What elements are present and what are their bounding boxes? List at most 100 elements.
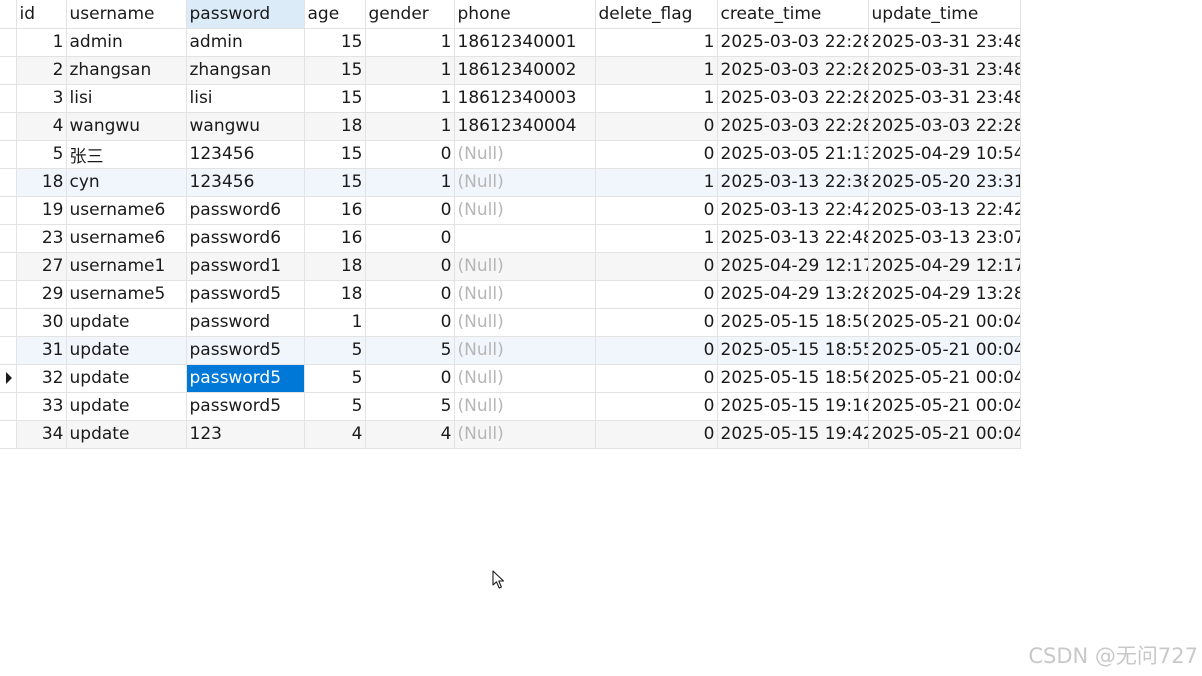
cell-phone[interactable]: (Null) [454, 392, 596, 421]
cell-age[interactable]: 18 [304, 280, 366, 309]
cell-gender[interactable]: 5 [365, 336, 455, 365]
cell-phone[interactable]: 18612340001 [454, 28, 596, 57]
cell-gender[interactable]: 1 [365, 84, 455, 113]
cell-phone[interactable]: (Null) [454, 252, 596, 281]
cell-gender[interactable]: 0 [365, 196, 455, 225]
column-header-create-time[interactable]: create_time [717, 0, 869, 29]
cell-id[interactable]: 4 [16, 112, 67, 141]
cell-phone[interactable]: 18612340004 [454, 112, 596, 141]
cell-delete-flag[interactable]: 1 [595, 168, 718, 197]
cell-create-time[interactable]: 2025-03-13 22:48: [717, 224, 869, 253]
column-header-username[interactable]: username [66, 0, 187, 29]
cell-age[interactable]: 15 [304, 140, 366, 169]
cell-update-time[interactable]: 2025-03-13 22:42: [868, 196, 1021, 225]
cell-username[interactable]: username1 [66, 252, 187, 281]
cell-password[interactable]: password [186, 308, 305, 337]
column-header-update-time[interactable]: update_time [868, 0, 1021, 29]
cell-id[interactable]: 23 [16, 224, 67, 253]
cell-id[interactable]: 29 [16, 280, 67, 309]
cell-password[interactable]: password5 [186, 280, 305, 309]
table-row[interactable]: 4 wangwu wangwu 18 1 18612340004 0 2025-03-03 2… [0, 112, 1021, 141]
cell-age[interactable]: 4 [304, 420, 366, 449]
row-indicator[interactable] [0, 196, 17, 225]
cell-create-time[interactable]: 2025-03-05 21:13: [717, 140, 869, 169]
cell-age[interactable]: 15 [304, 168, 366, 197]
cell-password[interactable]: wangwu [186, 112, 305, 141]
cell-create-time[interactable]: 2025-03-03 22:28: [717, 56, 869, 85]
cell-id[interactable]: 3 [16, 84, 67, 113]
cell-password[interactable]: 123 [186, 420, 305, 449]
table-row[interactable]: 5 张三 123456 15 0 (Null) 0 2025-03-05 21:13: 2025… [0, 140, 1021, 169]
cell-password[interactable]: 123456 [186, 168, 305, 197]
cell-id[interactable]: 33 [16, 392, 67, 421]
cell-gender[interactable]: 1 [365, 112, 455, 141]
row-indicator[interactable] [0, 364, 17, 393]
cell-update-time[interactable]: 2025-05-21 00:04: [868, 308, 1021, 337]
cell-username[interactable]: update [66, 420, 187, 449]
table-row[interactable]: 27 username1 password1 18 0 (Null) 0 2025-04-29… [0, 252, 1021, 281]
row-indicator[interactable] [0, 140, 17, 169]
cell-gender[interactable]: 4 [365, 420, 455, 449]
table-row[interactable]: 1 admin admin 15 1 18612340001 1 2025-03-03 22:… [0, 28, 1021, 57]
cell-phone[interactable]: (Null) [454, 308, 596, 337]
table-row[interactable]: 34 update 123 4 4 (Null) 0 2025-05-15 19:42: 202… [0, 420, 1021, 449]
row-indicator[interactable] [0, 84, 17, 113]
table-row[interactable]: 18 cyn 123456 15 1 (Null) 1 2025-03-13 22:38: 20… [0, 168, 1021, 197]
cell-username[interactable]: zhangsan [66, 56, 187, 85]
cell-age[interactable]: 1 [304, 308, 366, 337]
cell-delete-flag[interactable]: 0 [595, 364, 718, 393]
cell-create-time[interactable]: 2025-03-13 22:38: [717, 168, 869, 197]
cell-create-time[interactable]: 2025-04-29 13:28: [717, 280, 869, 309]
cell-update-time[interactable]: 2025-04-29 10:54: [868, 140, 1021, 169]
cell-id[interactable]: 27 [16, 252, 67, 281]
cell-username[interactable]: username6 [66, 196, 187, 225]
cell-update-time[interactable]: 2025-03-03 22:28: [868, 112, 1021, 141]
column-header-age[interactable]: age [304, 0, 366, 29]
cell-delete-flag[interactable]: 0 [595, 420, 718, 449]
table-row[interactable]: 33 update password5 5 5 (Null) 0 2025-05-15 19:… [0, 392, 1021, 421]
cell-age[interactable]: 18 [304, 112, 366, 141]
cell-gender[interactable]: 0 [365, 252, 455, 281]
cell-username[interactable]: lisi [66, 84, 187, 113]
cell-id[interactable]: 19 [16, 196, 67, 225]
cell-password[interactable]: password6 [186, 196, 305, 225]
column-header-gender[interactable]: gender [365, 0, 455, 29]
cell-password[interactable]: admin [186, 28, 305, 57]
cell-id[interactable]: 2 [16, 56, 67, 85]
cell-password[interactable]: lisi [186, 84, 305, 113]
column-header-phone[interactable]: phone [454, 0, 596, 29]
cell-password[interactable]: 123456 [186, 140, 305, 169]
cell-create-time[interactable]: 2025-03-03 22:28: [717, 84, 869, 113]
cell-delete-flag[interactable]: 1 [595, 84, 718, 113]
cell-update-time[interactable]: 2025-03-31 23:48: [868, 84, 1021, 113]
cell-delete-flag[interactable]: 0 [595, 280, 718, 309]
cell-update-time[interactable]: 2025-05-21 00:04: [868, 364, 1021, 393]
table-row[interactable]: 2 zhangsan zhangsan 15 1 18612340002 1 2025-03-… [0, 56, 1021, 85]
cell-phone[interactable]: (Null) [454, 140, 596, 169]
cell-age[interactable]: 15 [304, 84, 366, 113]
table-row[interactable]: 23 username6 password6 16 0 1 2025-03-13 22:48… [0, 224, 1021, 253]
column-header-password[interactable]: password [186, 0, 305, 29]
cell-id[interactable]: 30 [16, 308, 67, 337]
cell-id[interactable]: 5 [16, 140, 67, 169]
cell-id[interactable]: 31 [16, 336, 67, 365]
cell-phone[interactable] [454, 224, 596, 253]
cell-gender[interactable]: 1 [365, 56, 455, 85]
cell-delete-flag[interactable]: 0 [595, 392, 718, 421]
cell-username[interactable]: update [66, 308, 187, 337]
cell-gender[interactable]: 5 [365, 392, 455, 421]
cell-age[interactable]: 5 [304, 364, 366, 393]
cell-delete-flag[interactable]: 0 [595, 112, 718, 141]
cell-gender[interactable]: 0 [365, 140, 455, 169]
row-indicator[interactable] [0, 112, 17, 141]
row-indicator[interactable] [0, 224, 17, 253]
cell-age[interactable]: 18 [304, 252, 366, 281]
cell-update-time[interactable]: 2025-03-13 23:07: [868, 224, 1021, 253]
cell-username[interactable]: username5 [66, 280, 187, 309]
row-indicator[interactable] [0, 392, 17, 421]
cell-delete-flag[interactable]: 0 [595, 252, 718, 281]
row-indicator[interactable] [0, 280, 17, 309]
cell-phone[interactable]: (Null) [454, 168, 596, 197]
cell-create-time[interactable]: 2025-05-15 18:55: [717, 336, 869, 365]
cell-username[interactable]: update [66, 336, 187, 365]
